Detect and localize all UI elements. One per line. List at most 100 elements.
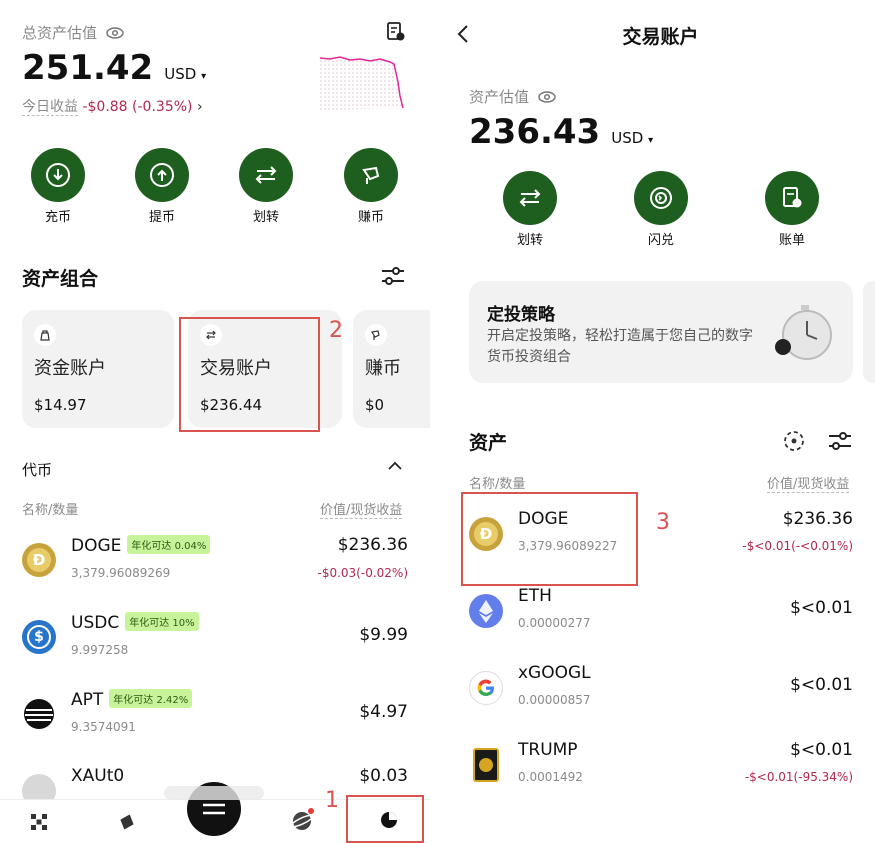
withdraw-label[interactable]: 提币 xyxy=(127,206,197,225)
download-icon xyxy=(46,163,70,187)
asset-value: $<0.01 xyxy=(790,675,853,695)
earn-account-value: $0 xyxy=(365,396,385,414)
trading-account-panel: 交易账户 资产估值 236.43 USD ▾ 划转 闪兑 账单 定投策略 开启定… xyxy=(446,0,875,843)
token-qty: 9.3574091 xyxy=(71,720,136,734)
filter-settings-icon[interactable] xyxy=(828,431,852,455)
asset-overview-panel: 总资产估值 251.42 USD ▾ 今日收益 -$0.88 (-0.35%) … xyxy=(0,0,430,843)
nav-earn-icon[interactable] xyxy=(290,808,315,836)
eth-coin-icon xyxy=(469,594,503,628)
today-pnl-row[interactable]: 今日收益 -$0.88 (-0.35%) › xyxy=(22,96,203,116)
doge-coin-icon: Ð xyxy=(22,543,56,577)
asset-name: xGOOGL xyxy=(518,663,591,683)
eye-icon[interactable] xyxy=(538,90,556,108)
funding-account-card[interactable]: 资金账户 $14.97 xyxy=(22,310,174,428)
flash-swap-button[interactable] xyxy=(634,171,688,225)
caret-down-icon[interactable]: ▾ xyxy=(201,71,206,82)
bill-icon[interactable] xyxy=(386,22,406,46)
funding-account-value: $14.97 xyxy=(34,396,87,414)
bill-label[interactable]: 账单 xyxy=(757,229,827,248)
asset-name: ETH xyxy=(518,586,552,606)
filter-settings-icon[interactable] xyxy=(381,266,405,290)
token-qty: 9.997258 xyxy=(71,643,129,657)
apy-tag: 年化可达 2.42% xyxy=(109,689,193,708)
sparkline-chart xyxy=(319,52,405,114)
token-name-text: DOGE xyxy=(71,536,122,556)
currency-label[interactable]: USD xyxy=(164,65,196,83)
transfer-label[interactable]: 划转 xyxy=(231,206,301,225)
trade-icon xyxy=(203,803,225,815)
transfer-button[interactable] xyxy=(503,171,557,225)
token-name: APT 年化可达 2.42% xyxy=(71,689,193,710)
annotation-box-3 xyxy=(461,492,638,586)
asset-name: TRUMP xyxy=(518,740,578,760)
apt-coin-icon xyxy=(22,697,56,731)
next-banner-peek[interactable] xyxy=(863,281,875,383)
earn-label[interactable]: 赚币 xyxy=(336,206,406,225)
eye-icon[interactable] xyxy=(106,26,124,44)
earn-icon xyxy=(362,166,380,184)
apy-tag: 年化可达 10% xyxy=(125,612,199,631)
portfolio-title: 资产组合 xyxy=(22,268,99,290)
token-name-text: APT xyxy=(71,690,104,710)
total-assets-value-row: 251.42 USD ▾ xyxy=(22,48,206,88)
token-name: DOGE 年化可达 0.04% xyxy=(71,535,211,556)
column-header-name-qty: 名称/数量 xyxy=(22,503,79,518)
chevron-up-icon[interactable] xyxy=(388,459,402,475)
total-assets-value: 251.42 xyxy=(22,48,154,88)
caret-down-icon[interactable]: ▾ xyxy=(648,135,653,146)
withdraw-button[interactable] xyxy=(135,148,189,202)
total-assets-label: 总资产估值 xyxy=(22,22,124,44)
funding-account-name: 资金账户 xyxy=(34,358,106,379)
token-value: $9.99 xyxy=(359,625,408,645)
usdc-coin-icon: $ xyxy=(22,620,56,654)
upload-icon xyxy=(150,163,174,187)
currency-label[interactable]: USD xyxy=(611,129,643,147)
token-name: USDC 年化可达 10% xyxy=(71,612,199,633)
annotation-box-1 xyxy=(346,795,424,843)
stopwatch-icon xyxy=(775,303,835,367)
nav-discover-icon[interactable] xyxy=(117,812,137,836)
token-name-text: USDC xyxy=(71,613,120,633)
bag-icon xyxy=(34,324,56,346)
today-pnl-value: -$0.88 (-0.35%) xyxy=(82,99,193,115)
dca-strategy-banner[interactable]: 定投策略 开启定投策略，轻松打造属于您自己的数字货币投资组合 xyxy=(469,281,853,383)
currency-selector[interactable]: USD ▾ xyxy=(611,129,653,147)
estimated-value-label: 资产估值 xyxy=(469,86,556,108)
earn-account-card[interactable]: 赚币 $0 xyxy=(353,310,430,428)
token-value: $4.97 xyxy=(359,702,408,722)
assets-title: 资产 xyxy=(469,432,508,454)
transfer-icon xyxy=(255,166,277,184)
bill-button[interactable] xyxy=(765,171,819,225)
estimated-value: 236.43 xyxy=(469,112,601,152)
token-pnl: -$0.03(-0.02%) xyxy=(317,566,409,580)
column-header-value-pnl[interactable]: 价值/现货收益 xyxy=(320,499,403,519)
asset-value: $236.36 xyxy=(782,509,853,529)
google-logo-icon xyxy=(469,671,503,705)
estimated-value-row: 236.43 USD ▾ xyxy=(469,112,653,152)
earn-icon xyxy=(365,324,387,346)
dca-description: 开启定投策略，轻松打造属于您自己的数字货币投资组合 xyxy=(487,328,753,365)
transfer-button[interactable] xyxy=(239,148,293,202)
asset-value: $<0.01 xyxy=(790,740,853,760)
small-assets-toggle-icon[interactable] xyxy=(783,430,805,456)
deposit-label[interactable]: 充币 xyxy=(23,206,93,225)
annotation-number-2: 2 xyxy=(329,318,343,343)
total-assets-label-text: 总资产估值 xyxy=(22,24,98,42)
deposit-button[interactable] xyxy=(31,148,85,202)
annotation-box-2 xyxy=(179,317,320,432)
trump-coin-icon xyxy=(473,748,499,782)
asset-qty: 0.00000277 xyxy=(518,616,591,630)
column-header-value-pnl[interactable]: 价值/现货收益 xyxy=(767,473,850,493)
transfer-icon xyxy=(519,189,541,207)
transfer-label[interactable]: 划转 xyxy=(495,229,565,248)
asset-qty: 0.0001492 xyxy=(518,770,583,784)
earn-button[interactable] xyxy=(344,148,398,202)
nav-home-icon[interactable] xyxy=(29,812,49,836)
annotation-number-3: 3 xyxy=(656,510,670,535)
flash-swap-label[interactable]: 闪兑 xyxy=(626,229,696,248)
chevron-right-icon[interactable]: › xyxy=(197,99,203,115)
column-header-name-qty: 名称/数量 xyxy=(469,477,526,492)
currency-selector[interactable]: USD ▾ xyxy=(164,65,206,83)
page-title: 交易账户 xyxy=(622,26,699,48)
estimated-value-label-text: 资产估值 xyxy=(469,88,530,106)
